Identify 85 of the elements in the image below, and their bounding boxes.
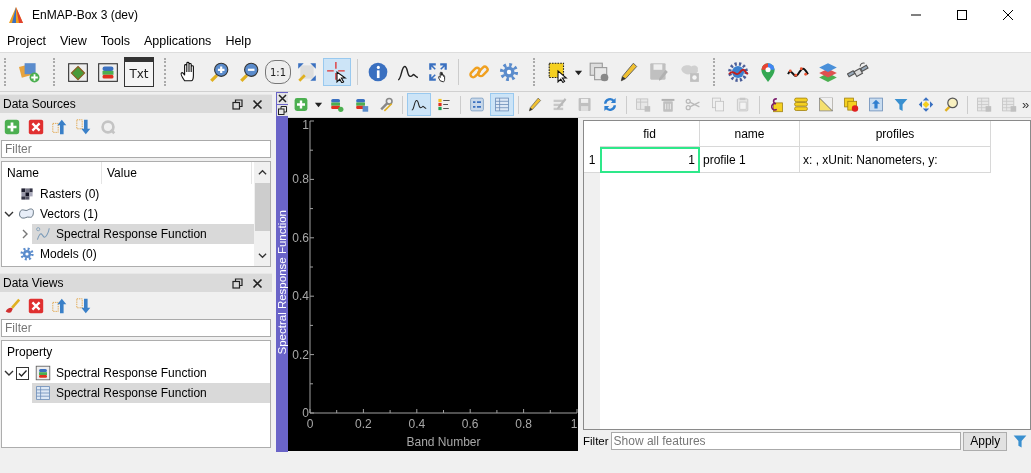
expand-icon[interactable] <box>75 118 93 136</box>
tick-label: 0.2 <box>292 347 309 362</box>
collapse-icon[interactable] <box>51 118 69 136</box>
apply-button[interactable]: Apply <box>963 431 1008 451</box>
tick-label: 0.4 <box>292 289 309 304</box>
tick-label: 0.8 <box>515 417 532 431</box>
dock-title: Data Sources <box>3 97 77 111</box>
column-header[interactable]: Value <box>102 162 252 184</box>
filter-icon[interactable] <box>1012 433 1029 449</box>
zoom-actual-size-button[interactable]: 1:1 <box>265 60 291 84</box>
column-header[interactable]: profiles <box>800 121 991 147</box>
vector-shape-icon <box>19 206 35 222</box>
tick-label: 0 <box>306 417 314 431</box>
tree-item-label: Spectral Response Function <box>56 366 207 380</box>
tick-label: 0.6 <box>461 417 479 431</box>
tree-item-label: Spectral Response Function <box>56 386 207 400</box>
tree-row[interactable]: Vectors (1) <box>16 204 254 224</box>
window-title: EnMAP-Box 3 (dev) <box>32 8 140 22</box>
dock-title: Data Views <box>3 276 65 290</box>
float-icon[interactable] <box>232 98 243 110</box>
spectral-curve-icon <box>35 226 51 242</box>
tree-item-label: Spectral Response Function <box>56 227 207 241</box>
text-window-button[interactable]: Txt <box>124 57 154 87</box>
tree-row[interactable]: Spectral Response Function <box>32 224 254 244</box>
float-icon[interactable] <box>232 277 243 289</box>
remove-icon[interactable] <box>27 297 45 315</box>
column-header[interactable]: name <box>700 121 800 147</box>
menu-item[interactable]: Project <box>0 34 53 48</box>
scroll-up-icon[interactable] <box>257 168 267 177</box>
table-cell[interactable]: 1 <box>600 147 700 173</box>
add-icon[interactable] <box>3 118 21 136</box>
checkbox[interactable] <box>16 366 29 380</box>
gear-icon <box>19 246 35 262</box>
close-icon[interactable] <box>252 98 263 110</box>
row-header[interactable]: 1 <box>584 147 600 173</box>
table-icon <box>35 385 51 401</box>
tick-label: 1 <box>570 417 578 431</box>
tick-label: 0.4 <box>408 417 426 431</box>
dock-title: Spectral Response Function <box>276 210 288 355</box>
scrollbar[interactable] <box>254 162 270 266</box>
remove-icon[interactable] <box>27 118 45 136</box>
column-header[interactable]: Property <box>2 341 53 363</box>
close-icon[interactable] <box>276 93 288 104</box>
close-icon[interactable] <box>252 277 263 289</box>
column-header[interactable]: Name <box>2 162 102 184</box>
filter-label: Filter <box>583 435 609 447</box>
float-icon[interactable] <box>276 105 288 116</box>
column-header[interactable]: fid <box>600 121 700 147</box>
crosshair-cursor-icon[interactable] <box>323 58 351 86</box>
filter-field[interactable]: Filter <box>1 140 271 158</box>
database-window-icon <box>35 365 51 381</box>
tick-label: 0.2 <box>355 417 372 431</box>
tree-row[interactable]: Rasters (0) <box>16 184 254 204</box>
expand-icon[interactable] <box>75 297 93 315</box>
filter-field[interactable]: Filter <box>1 319 271 337</box>
raster-icon <box>19 186 35 202</box>
tick-label: 1 <box>302 118 309 132</box>
brush-icon[interactable] <box>3 297 21 315</box>
tree-row[interactable]: Spectral Response Function <box>32 363 270 383</box>
tick-label: 0 <box>302 406 309 420</box>
table-view-icon[interactable] <box>490 93 514 116</box>
table-cell[interactable]: profile 1 <box>700 147 800 173</box>
tree-item-label: Vectors (1) <box>40 207 99 221</box>
tick-label: 0.6 <box>292 230 309 245</box>
tick-label: 0.8 <box>292 172 309 187</box>
maximize-icon[interactable] <box>956 9 968 21</box>
overflow-button[interactable]: » <box>1022 97 1030 112</box>
profile-curve-icon[interactable] <box>407 93 431 116</box>
tree-row[interactable]: Models (0) <box>16 244 254 264</box>
table-cell[interactable]: x: , xUnit: Nanometers, y: <box>800 147 991 173</box>
menu-item[interactable]: View <box>52 34 94 48</box>
filter-field[interactable]: Show all features <box>610 432 962 450</box>
menu-item[interactable]: Help <box>218 34 259 48</box>
tree-item-label: Models (0) <box>40 247 97 261</box>
scroll-down-icon[interactable] <box>257 251 267 260</box>
collapse-icon[interactable] <box>51 297 69 315</box>
menu-item[interactable]: Applications <box>136 34 219 48</box>
logo-icon <box>8 6 24 24</box>
menu-item[interactable]: Tools <box>93 34 137 48</box>
close-icon[interactable] <box>1002 9 1014 21</box>
caret-icon[interactable] <box>314 100 323 109</box>
axis-title: Band Number <box>406 435 481 449</box>
tree-row[interactable]: Spectral Response Function <box>32 383 270 403</box>
tree-item-label: Rasters (0) <box>40 187 100 201</box>
scroll-thumb[interactable] <box>254 183 270 231</box>
